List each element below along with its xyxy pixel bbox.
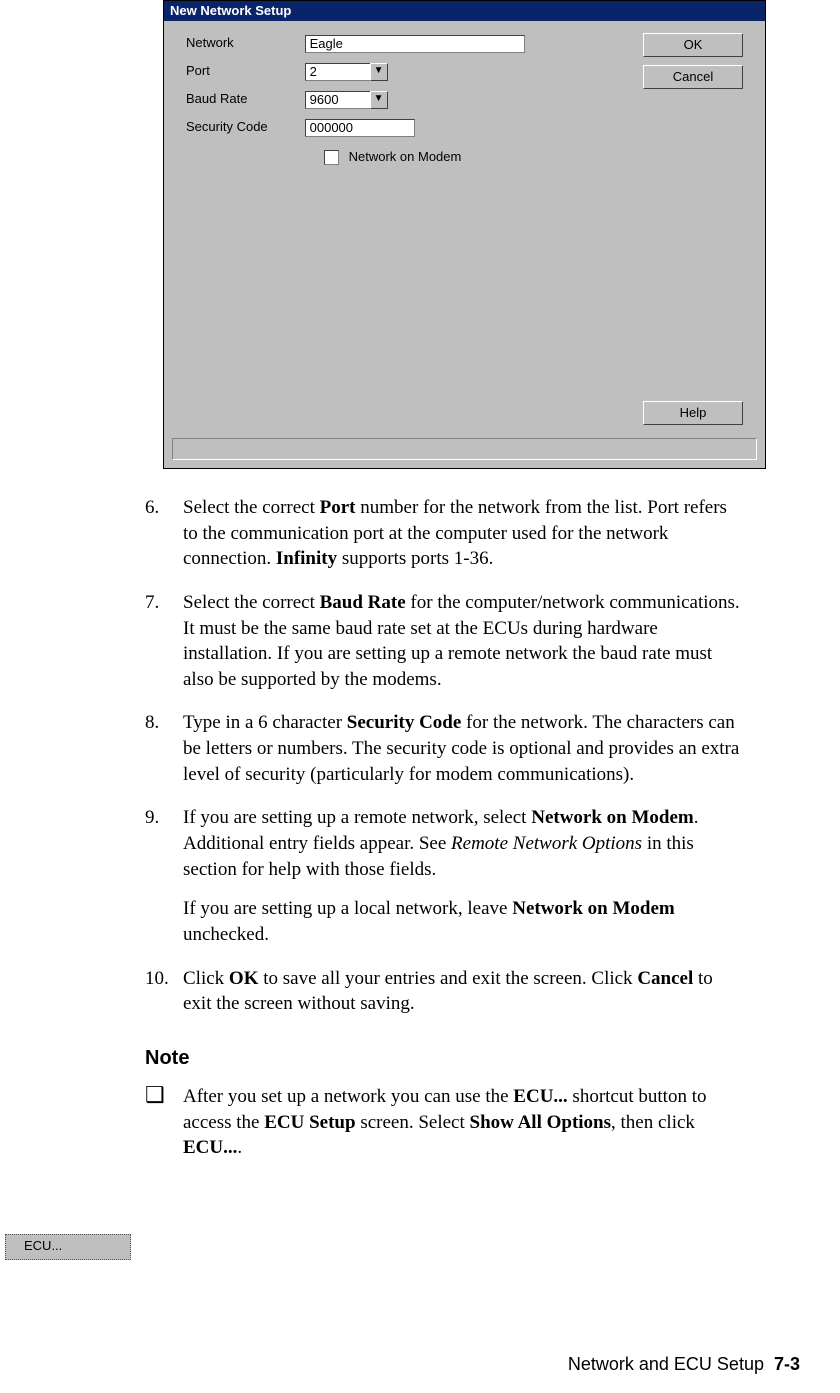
cancel-button[interactable]: Cancel — [643, 65, 743, 89]
security-code-input[interactable]: 000000 — [305, 119, 415, 137]
chevron-down-icon[interactable]: ▼ — [370, 91, 388, 109]
step-7: 7. Select the correct Baud Rate for the … — [145, 590, 745, 693]
note-bullet: ❑ After you set up a network you can use… — [145, 1084, 745, 1161]
network-on-modem-checkbox[interactable] — [324, 150, 339, 165]
network-input[interactable]: Eagle — [305, 35, 525, 53]
baud-rate-label: Baud Rate — [186, 91, 301, 106]
step-9: 9. If you are setting up a remote networ… — [145, 805, 745, 947]
port-combo[interactable]: 2▼ — [305, 63, 388, 81]
dialog-title: New Network Setup — [170, 3, 291, 18]
note-heading: Note — [145, 1045, 745, 1072]
dialog-titlebar: New Network Setup — [164, 1, 765, 21]
network-on-modem-label: Network on Modem — [349, 149, 462, 164]
page-footer: Network and ECU Setup 7-3 — [568, 1354, 800, 1375]
security-code-label: Security Code — [186, 119, 301, 134]
port-label: Port — [186, 63, 301, 78]
instruction-text: 6. Select the correct Port number for th… — [145, 495, 745, 1161]
help-button[interactable]: Help — [643, 401, 743, 425]
step-8: 8. Type in a 6 character Security Code f… — [145, 710, 745, 787]
step-6: 6. Select the correct Port number for th… — [145, 495, 745, 572]
ok-button[interactable]: OK — [643, 33, 743, 57]
dialog-status-bar — [172, 438, 757, 460]
ecu-shortcut-button-graphic: ECU... — [5, 1234, 131, 1260]
baud-rate-combo[interactable]: 9600▼ — [305, 91, 388, 109]
chevron-down-icon[interactable]: ▼ — [370, 63, 388, 81]
step-10: 10. Click OK to save all your entries an… — [145, 966, 745, 1017]
baud-rate-value[interactable]: 9600 — [305, 91, 371, 109]
new-network-setup-dialog: New Network Setup Network Eagle Port 2▼ … — [163, 0, 766, 469]
network-label: Network — [186, 35, 301, 50]
port-value[interactable]: 2 — [305, 63, 371, 81]
